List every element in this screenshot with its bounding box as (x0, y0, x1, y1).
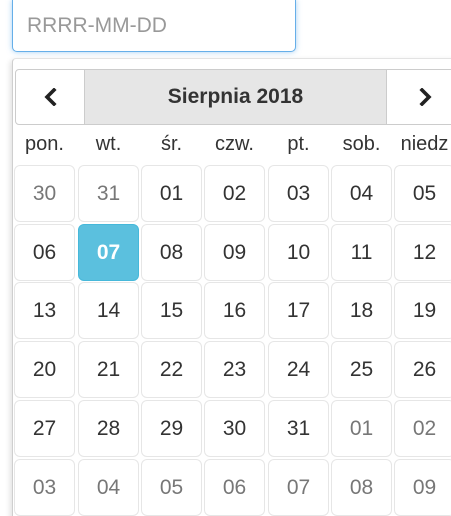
day-cell[interactable]: 11 (331, 224, 392, 281)
weekday-label: pon. (25, 133, 64, 155)
day-cell[interactable]: 21 (78, 341, 139, 398)
day-cell[interactable]: 22 (141, 341, 202, 398)
datepicker-popup: Sierpnia 2018 pon. wt. śr. czw. pt. sob. niedz… (12, 58, 451, 516)
day-cell[interactable]: 14 (78, 282, 139, 339)
day-cell[interactable]: 29 (141, 400, 202, 457)
day-cell[interactable]: 24 (268, 341, 329, 398)
day-cell[interactable]: 17 (268, 282, 329, 339)
date-input[interactable] (12, 0, 296, 52)
day-cell[interactable]: 31 (268, 400, 329, 457)
chevron-right-icon (419, 88, 433, 106)
day-cell[interactable]: 26 (394, 341, 451, 398)
month-title[interactable]: Sierpnia 2018 (85, 69, 386, 125)
day-cell[interactable]: 03 (268, 165, 329, 222)
next-month-button[interactable] (386, 69, 451, 125)
day-cell[interactable]: 31 (78, 165, 139, 222)
day-cell[interactable]: 25 (331, 341, 392, 398)
day-cell[interactable]: 16 (204, 282, 265, 339)
day-cell[interactable]: 05 (394, 165, 451, 222)
day-cell[interactable]: 02 (204, 165, 265, 222)
day-cell[interactable]: 28 (78, 400, 139, 457)
day-cell[interactable]: 01 (141, 165, 202, 222)
day-cell[interactable]: 04 (78, 459, 139, 516)
day-cell[interactable]: 03 (14, 459, 75, 516)
day-cell[interactable]: 15 (141, 282, 202, 339)
day-cell[interactable]: 07 (268, 459, 329, 516)
day-cell[interactable]: 08 (331, 459, 392, 516)
day-cell[interactable]: 05 (141, 459, 202, 516)
day-cell[interactable]: 30 (204, 400, 265, 457)
day-cell[interactable]: 23 (204, 341, 265, 398)
day-cell[interactable]: 30 (14, 165, 75, 222)
day-cell[interactable]: 06 (14, 224, 75, 281)
day-cell[interactable]: 06 (204, 459, 265, 516)
prev-month-button[interactable] (15, 69, 85, 125)
day-cell[interactable]: 04 (331, 165, 392, 222)
chevron-left-icon (43, 88, 57, 106)
datepicker-page: Sierpnia 2018 pon. wt. śr. czw. pt. sob. niedz… (0, 0, 451, 516)
day-cell[interactable]: 18 (331, 282, 392, 339)
day-cell[interactable]: 12 (394, 224, 451, 281)
day-cell[interactable]: 09 (394, 459, 451, 516)
day-cell[interactable]: 27 (14, 400, 75, 457)
day-cell[interactable]: 01 (331, 400, 392, 457)
day-cell[interactable]: 02 (394, 400, 451, 457)
weekday-label: niedz (400, 133, 449, 155)
weekday-label: pt. (287, 133, 310, 155)
day-cell[interactable]: 08 (141, 224, 202, 281)
weekday-label: śr. (160, 133, 183, 155)
day-cell[interactable]: 19 (394, 282, 451, 339)
day-cell[interactable]: 10 (268, 224, 329, 281)
day-cell[interactable]: 20 (14, 341, 75, 398)
weekday-label: czw. (215, 133, 254, 155)
weekday-label: sob. (342, 133, 381, 155)
day-cell[interactable]: 13 (14, 282, 75, 339)
selected-day-cell[interactable]: 07 (78, 224, 139, 281)
weekday-label: wt. (95, 133, 122, 155)
day-cell[interactable]: 09 (204, 224, 265, 281)
